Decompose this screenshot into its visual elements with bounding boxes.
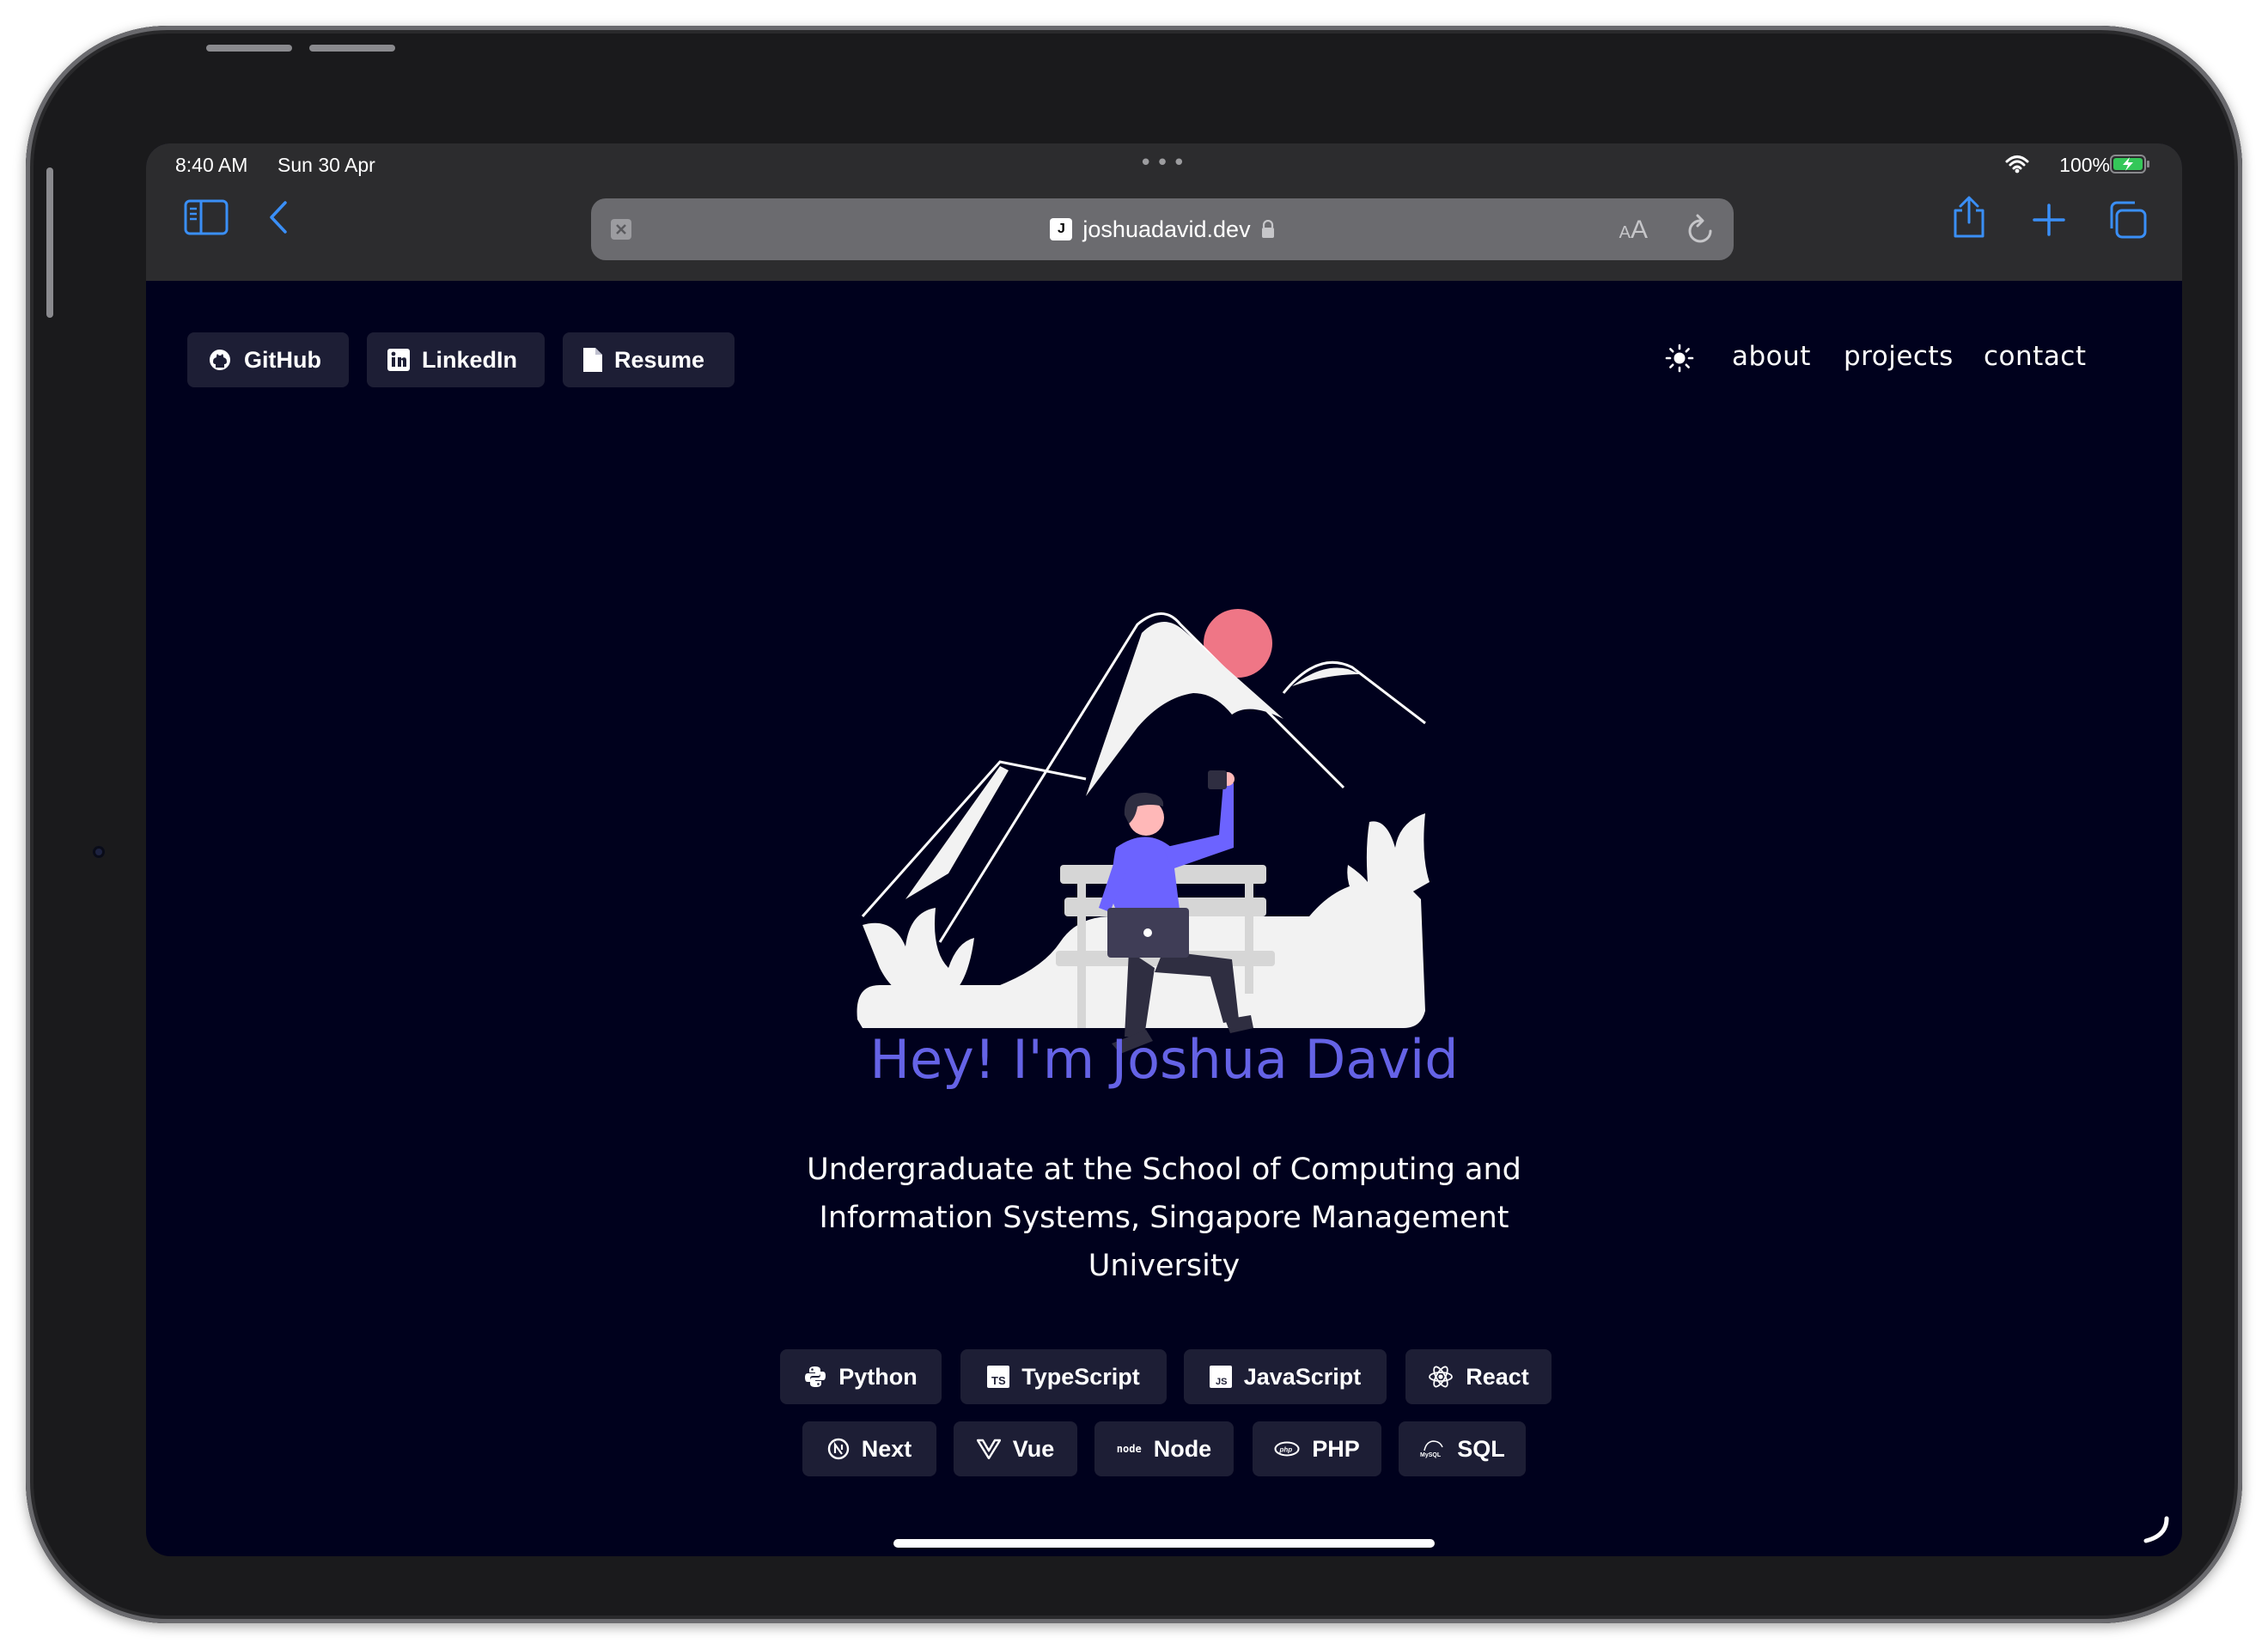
skill-chip-python[interactable]: Python — [780, 1349, 942, 1404]
favicon-icon: J — [1050, 218, 1073, 240]
github-label: GitHub — [244, 346, 321, 373]
front-camera — [93, 846, 105, 858]
bench-leg-right — [1245, 865, 1253, 994]
url-text: joshuadavid.dev — [1082, 216, 1251, 242]
github-button[interactable]: GitHub — [187, 332, 349, 387]
share-icon[interactable] — [1950, 195, 1988, 240]
nav-link-contact[interactable]: contact — [1984, 341, 2087, 372]
resume-label: Resume — [614, 346, 705, 373]
skill-label: Python — [838, 1363, 918, 1390]
skill-label: Node — [1153, 1435, 1212, 1462]
typescript-icon: TS — [987, 1366, 1010, 1388]
hero-subtitle: Undergraduate at the School of Computing… — [807, 1153, 1521, 1283]
skill-label: SQL — [1457, 1435, 1505, 1462]
ipad-frame: 8:40 AM Sun 30 Apr ••• 100% J joshuadavi… — [26, 26, 2242, 1623]
reader-text-size-icon[interactable]: AA — [1619, 216, 1648, 245]
skill-label: Vue — [1012, 1435, 1055, 1462]
skill-label: PHP — [1312, 1435, 1360, 1462]
skill-chip-node[interactable]: node Node — [1094, 1421, 1234, 1476]
document-icon — [583, 348, 602, 372]
back-icon[interactable] — [266, 199, 292, 235]
power-button — [46, 167, 53, 318]
address-bar[interactable]: J joshuadavid.dev AA — [591, 198, 1734, 260]
person-arm-raised — [1163, 783, 1234, 869]
skill-chip-php[interactable]: php PHP — [1253, 1421, 1381, 1476]
resume-button[interactable]: Resume — [563, 332, 735, 387]
react-icon — [1429, 1366, 1454, 1388]
hero-title: Hey! I'm Joshua David — [869, 1028, 1459, 1091]
skill-chip-vue[interactable]: Vue — [954, 1421, 1077, 1476]
linkedin-label: LinkedIn — [422, 346, 518, 373]
reload-icon[interactable] — [1684, 212, 1716, 246]
php-icon: php — [1274, 1441, 1300, 1457]
battery-percentage: 100% — [2059, 154, 2110, 176]
svg-text:TS: TS — [991, 1374, 1006, 1387]
volume-down-button — [309, 45, 395, 52]
mountain-right-face — [1292, 667, 1361, 686]
skill-chip-sql[interactable]: MySQL SQL — [1399, 1421, 1526, 1476]
battery-icon — [2110, 155, 2149, 173]
svg-text:JS: JS — [1216, 1377, 1227, 1387]
lock-icon — [1261, 220, 1274, 238]
svg-text:MySQL: MySQL — [1420, 1452, 1442, 1458]
python-icon — [805, 1366, 826, 1387]
sidebar-icon[interactable] — [184, 199, 229, 235]
vue-icon — [976, 1439, 1001, 1459]
screen: 8:40 AM Sun 30 Apr ••• 100% J joshuadavi… — [146, 143, 2182, 1556]
skill-chip-next[interactable]: Next — [802, 1421, 936, 1476]
nav-link-projects[interactable]: projects — [1844, 341, 1954, 372]
home-indicator[interactable] — [893, 1539, 1435, 1548]
volume-up-button — [206, 45, 292, 52]
new-tab-icon[interactable] — [2033, 204, 2065, 236]
skill-label: Next — [861, 1435, 912, 1462]
status-time: 8:40 AM — [175, 154, 248, 176]
skill-label: React — [1466, 1363, 1529, 1390]
svg-text:php: php — [1279, 1446, 1293, 1454]
skill-chip-javascript[interactable]: JS JavaScript — [1184, 1349, 1387, 1404]
wifi-icon — [2005, 155, 2029, 173]
nav-link-about[interactable]: about — [1732, 341, 1811, 372]
skill-label: JavaScript — [1243, 1363, 1362, 1390]
linkedin-button[interactable]: LinkedIn — [367, 332, 545, 387]
multitasking-dots-icon[interactable]: ••• — [1139, 150, 1189, 176]
url-display[interactable]: J joshuadavid.dev — [591, 198, 1734, 260]
coffee-cup — [1208, 770, 1227, 789]
github-icon — [210, 350, 230, 370]
mountain-left-face — [905, 766, 1009, 899]
node-icon: node — [1116, 1443, 1142, 1455]
tabs-overview-icon[interactable] — [2106, 200, 2148, 240]
mountain-left-outline — [861, 760, 1087, 917]
nextjs-icon — [827, 1438, 849, 1460]
laptop-logo — [1143, 928, 1152, 937]
skill-chip-typescript[interactable]: TS TypeScript — [960, 1349, 1167, 1404]
javascript-icon: JS — [1209, 1366, 1232, 1388]
skill-chip-react[interactable]: React — [1405, 1349, 1552, 1404]
browser-toolbar: 8:40 AM Sun 30 Apr ••• 100% J joshuadavi… — [146, 143, 2182, 281]
quick-note-corner-icon[interactable] — [2141, 1515, 2170, 1544]
mysql-icon: MySQL — [1420, 1440, 1443, 1458]
linkedin-icon — [387, 349, 410, 371]
theme-toggle-sun-icon[interactable] — [1665, 344, 1694, 373]
hero-illustration — [857, 609, 1430, 1054]
skill-label: TypeScript — [1021, 1363, 1140, 1390]
status-date: Sun 30 Apr — [277, 154, 375, 176]
mountain-right-outline — [1282, 660, 1426, 725]
bench-leg-left — [1077, 865, 1086, 1028]
